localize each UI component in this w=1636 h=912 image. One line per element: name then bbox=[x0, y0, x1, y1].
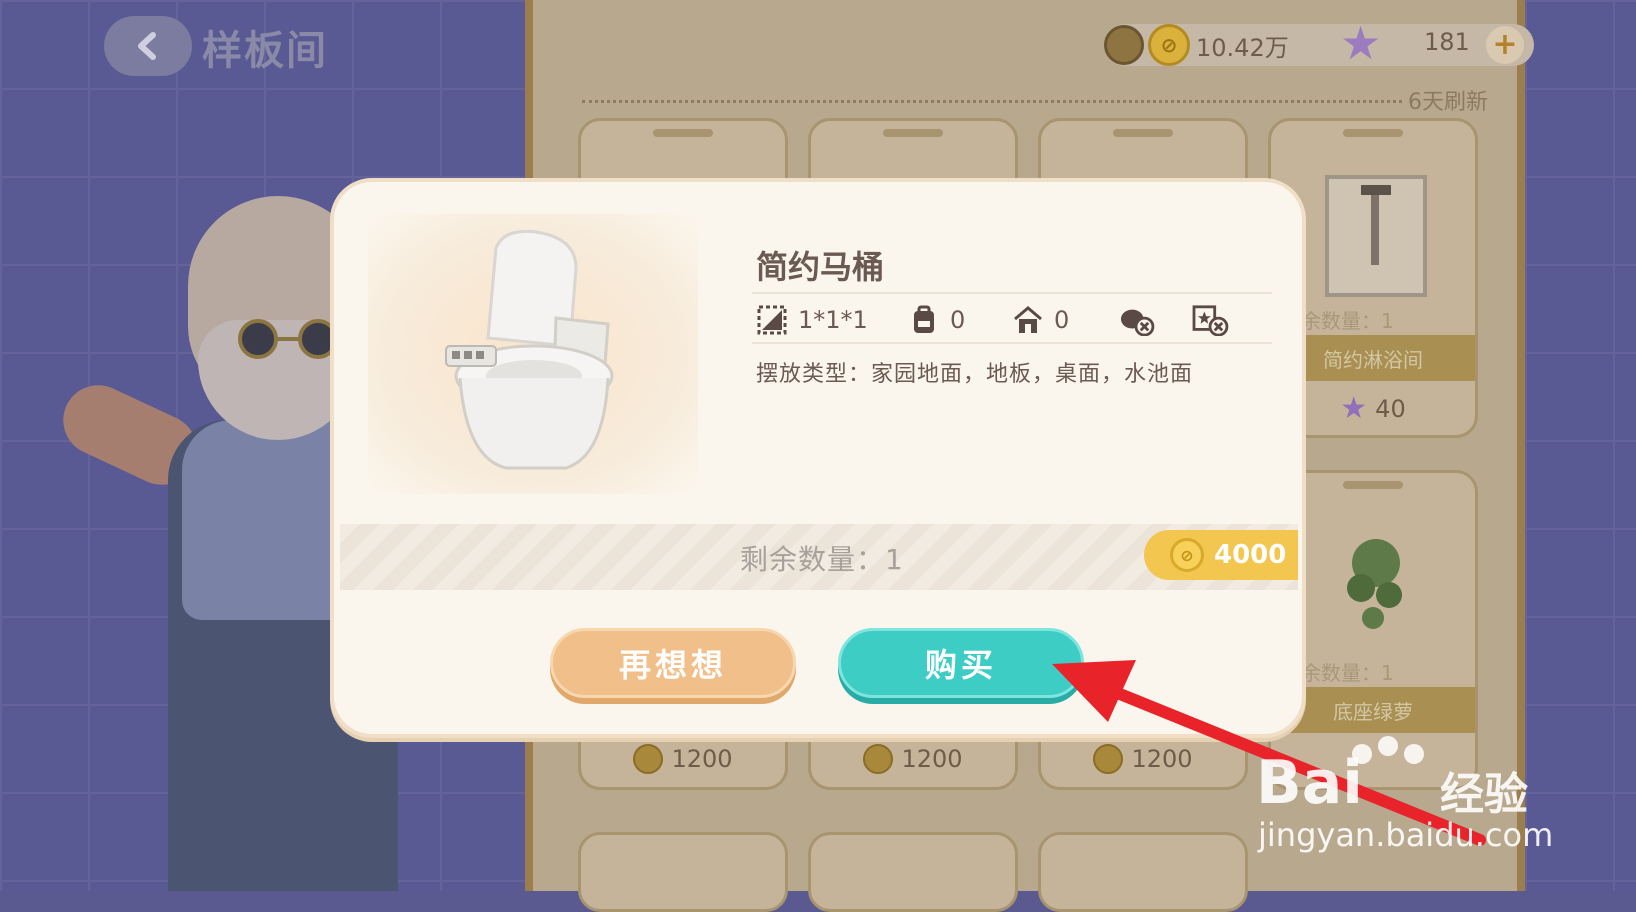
shop-card[interactable] bbox=[1038, 832, 1248, 912]
card-price-value: 1200 bbox=[1131, 745, 1193, 773]
attr-house-value: 0 bbox=[1054, 306, 1070, 334]
card-remaining: 余数量：1 bbox=[1301, 309, 1394, 333]
place-type: 摆放类型：家园地面，地板，桌面，水池面 bbox=[756, 362, 1194, 387]
refresh-note: 6天刷新 bbox=[1408, 90, 1488, 115]
no-sell-icon bbox=[1120, 309, 1155, 336]
page-title: 样板间 bbox=[202, 28, 328, 74]
plant-image bbox=[1347, 539, 1402, 629]
coin-amount: 10.42万 bbox=[1196, 34, 1289, 62]
plus-icon: + bbox=[1492, 27, 1518, 62]
back-arrow-icon bbox=[138, 32, 156, 60]
cancel-button[interactable]: 再想想 bbox=[550, 628, 796, 698]
toilet-image bbox=[445, 229, 614, 470]
item-name: 简约马桶 bbox=[756, 248, 885, 286]
attr-size-value: 1*1*1 bbox=[798, 306, 868, 334]
coin-icon bbox=[633, 744, 664, 774]
divider bbox=[752, 292, 1272, 294]
remaining-count: 剩余数量：1 bbox=[740, 543, 904, 576]
coin-icon: ⊘ bbox=[1170, 538, 1204, 572]
attr-size: 1*1*1 bbox=[756, 300, 868, 340]
card-remaining: 余数量：1 bbox=[1301, 661, 1394, 685]
watermark-brand: Bai bbox=[1256, 748, 1363, 818]
attr-no-sell bbox=[1116, 300, 1156, 340]
attr-no-favorite bbox=[1190, 300, 1230, 340]
coin-icon bbox=[1093, 744, 1124, 774]
shower-image bbox=[1325, 175, 1427, 297]
star-icon: ★ bbox=[1340, 16, 1382, 70]
star-amount: 181 bbox=[1424, 28, 1470, 56]
watermark-brand-cn: 经验 bbox=[1440, 769, 1528, 820]
star-icon: ★ bbox=[1340, 391, 1368, 426]
add-currency-button[interactable]: + bbox=[1486, 26, 1524, 64]
price-tag: ⊘ 4000 bbox=[1144, 530, 1298, 580]
card-price-value: 1200 bbox=[671, 745, 733, 773]
divider bbox=[752, 342, 1272, 344]
card-price: 1200 bbox=[811, 739, 1015, 779]
back-button[interactable] bbox=[104, 16, 192, 76]
watermark-url: jingyan.baidu.com bbox=[1258, 816, 1554, 854]
no-favorite-icon bbox=[1192, 305, 1229, 336]
house-icon bbox=[1014, 306, 1042, 333]
backpack-icon bbox=[914, 305, 934, 333]
attr-backpack: 0 bbox=[908, 300, 965, 340]
coin-shadow-icon bbox=[1104, 25, 1144, 65]
price-value: 4000 bbox=[1214, 540, 1287, 570]
card-price-value: 1200 bbox=[901, 745, 963, 773]
card-price-value: 40 bbox=[1375, 395, 1406, 423]
attr-backpack-value: 0 bbox=[950, 306, 966, 334]
coin-icon bbox=[863, 744, 894, 774]
coin-icon: ⊘ bbox=[1148, 24, 1190, 66]
refresh-divider bbox=[582, 100, 1402, 103]
card-price: 1200 bbox=[581, 739, 785, 779]
size-icon bbox=[757, 305, 787, 335]
shop-card[interactable] bbox=[578, 832, 788, 912]
card-price: 1200 bbox=[1041, 739, 1245, 779]
attr-house: 0 bbox=[1012, 300, 1069, 340]
buy-button[interactable]: 购买 bbox=[838, 628, 1084, 698]
shop-card[interactable] bbox=[808, 832, 1018, 912]
